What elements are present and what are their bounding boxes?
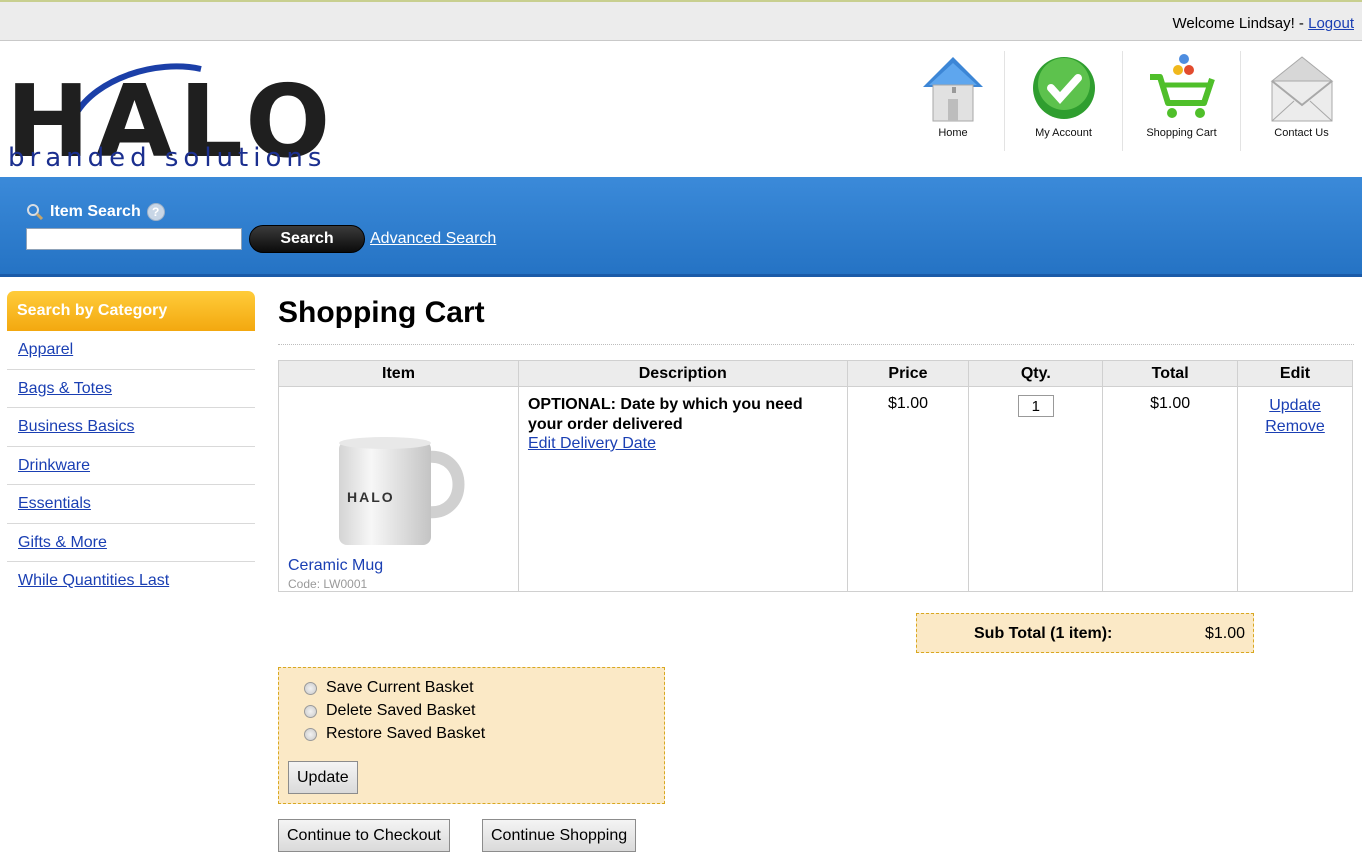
category-item: Essentials — [7, 485, 255, 524]
cart-table: Item Description Price Qty. Total Edit H… — [278, 360, 1353, 592]
save-basket-option[interactable]: Save Current Basket — [304, 679, 474, 697]
category-item: Gifts & More — [7, 524, 255, 562]
search-input[interactable] — [26, 228, 242, 250]
top-bar: Welcome Lindsay! - Logout — [0, 0, 1362, 41]
category-sidebar: Search by Category Apparel Bags & Totes … — [7, 291, 255, 601]
category-heading: Search by Category — [7, 291, 255, 331]
logout-link[interactable]: Logout — [1308, 15, 1354, 32]
category-item: Business Basics — [7, 408, 255, 447]
subtotal-label: Sub Total (1 item): — [974, 625, 1113, 642]
delete-basket-radio[interactable] — [304, 704, 317, 718]
continue-to-checkout-button[interactable]: Continue to Checkout — [278, 819, 450, 852]
basket-update-button[interactable]: Update — [288, 761, 358, 794]
delete-basket-option[interactable]: Delete Saved Basket — [304, 702, 475, 720]
category-item: While Quantities Last — [7, 562, 255, 601]
search-button[interactable]: Search — [249, 225, 365, 253]
subtotal-value: $1.00 — [1204, 625, 1245, 642]
mug-image — [339, 437, 465, 545]
nav-home-label: Home — [938, 127, 968, 139]
category-link-drinkware[interactable]: Drinkware — [18, 457, 90, 474]
checkmark-icon — [1032, 57, 1095, 119]
item-search-label: Item Search — [50, 203, 141, 220]
product-image[interactable]: HALO — [279, 407, 509, 557]
nav-contact-us[interactable]: Contact Us — [1240, 51, 1362, 151]
category-item: Bags & Totes — [7, 370, 255, 408]
item-name[interactable]: Ceramic Mug — [288, 557, 518, 575]
edit-delivery-date-link[interactable]: Edit Delivery Date — [528, 435, 656, 452]
site-header: HALO branded solutions Home My Account S… — [0, 41, 1362, 177]
category-item: Apparel — [7, 331, 255, 370]
restore-basket-radio[interactable] — [304, 727, 317, 741]
column-header-item: Item — [278, 360, 519, 387]
welcome-text: Welcome Lindsay! - Logout — [1172, 15, 1354, 32]
subtotal-box: Sub Total (1 item): $1.00 — [916, 613, 1254, 653]
quantity-input[interactable] — [1017, 395, 1054, 417]
column-header-edit: Edit — [1237, 360, 1353, 387]
qty-cell — [968, 386, 1104, 592]
save-basket-radio[interactable] — [304, 681, 317, 695]
nav-shopping-cart-label: Shopping Cart — [1146, 127, 1217, 139]
continue-shopping-button[interactable]: Continue Shopping — [482, 819, 637, 852]
help-icon[interactable]: ? — [146, 203, 165, 221]
nav-home[interactable]: Home — [902, 51, 1004, 151]
column-header-total: Total — [1102, 360, 1239, 387]
price-cell: $1.00 — [846, 386, 970, 592]
item-code: Code: LW0001 — [288, 577, 368, 591]
restore-basket-option[interactable]: Restore Saved Basket — [304, 725, 485, 743]
category-list: Apparel Bags & Totes Business Basics Dri… — [7, 331, 255, 601]
category-link-essentials[interactable]: Essentials — [18, 495, 91, 512]
category-link-while-quantities-last[interactable]: While Quantities Last — [18, 572, 169, 589]
magnifier-icon — [27, 204, 44, 221]
category-link-gifts-more[interactable]: Gifts & More — [18, 534, 107, 551]
advanced-search-link[interactable]: Advanced Search — [370, 230, 496, 248]
save-basket-label: Save Current Basket — [326, 679, 474, 696]
nav-shopping-cart[interactable]: Shopping Cart — [1122, 51, 1240, 151]
search-band: Item Search ? Search Advanced Search — [0, 177, 1362, 277]
category-item: Drinkware — [7, 447, 255, 485]
column-header-qty: Qty. — [968, 360, 1104, 387]
welcome-message: Welcome Lindsay! - — [1172, 15, 1304, 32]
nav-contact-us-label: Contact Us — [1274, 127, 1329, 139]
remove-link[interactable]: Remove — [1265, 418, 1325, 435]
delete-basket-label: Delete Saved Basket — [326, 702, 476, 719]
title-divider — [278, 344, 1354, 345]
page-title: Shopping Cart — [278, 296, 485, 329]
column-header-description: Description — [517, 360, 848, 387]
cart-header-row: Item Description Price Qty. Total Edit — [278, 360, 1353, 387]
envelope-icon — [1270, 56, 1333, 122]
nav-my-account[interactable]: My Account — [1004, 51, 1122, 151]
item-search-title: Item Search ? — [26, 203, 165, 221]
category-link-business-basics[interactable]: Business Basics — [18, 418, 135, 435]
halo-logo[interactable]: HALO branded solutions — [6, 59, 406, 174]
restore-basket-label: Restore Saved Basket — [326, 725, 486, 742]
total-cell: $1.00 — [1102, 386, 1239, 592]
nav-my-account-label: My Account — [1035, 127, 1092, 139]
edit-cell: Update Remove — [1237, 386, 1353, 592]
header-nav: Home My Account Shopping Cart Contact Us — [902, 51, 1362, 151]
category-link-bags-totes[interactable]: Bags & Totes — [18, 380, 112, 397]
basket-options-box: Save Current Basket Delete Saved Basket … — [278, 667, 665, 804]
item-cell: HALO Ceramic Mug Code: LW0001 — [278, 386, 519, 592]
logo-tagline: branded solutions — [8, 143, 327, 173]
category-link-apparel[interactable]: Apparel — [18, 341, 73, 358]
home-icon — [923, 57, 983, 122]
description-cell: OPTIONAL: Date by which you need your or… — [517, 386, 848, 592]
table-row: HALO Ceramic Mug Code: LW0001 OPTIONAL: … — [278, 386, 1353, 592]
delivery-date-note: OPTIONAL: Date by which you need your or… — [527, 396, 803, 433]
update-link[interactable]: Update — [1269, 397, 1321, 414]
column-header-price: Price — [846, 360, 970, 387]
mug-logo-text: HALO — [347, 489, 395, 505]
shopping-cart-icon — [1149, 54, 1215, 118]
